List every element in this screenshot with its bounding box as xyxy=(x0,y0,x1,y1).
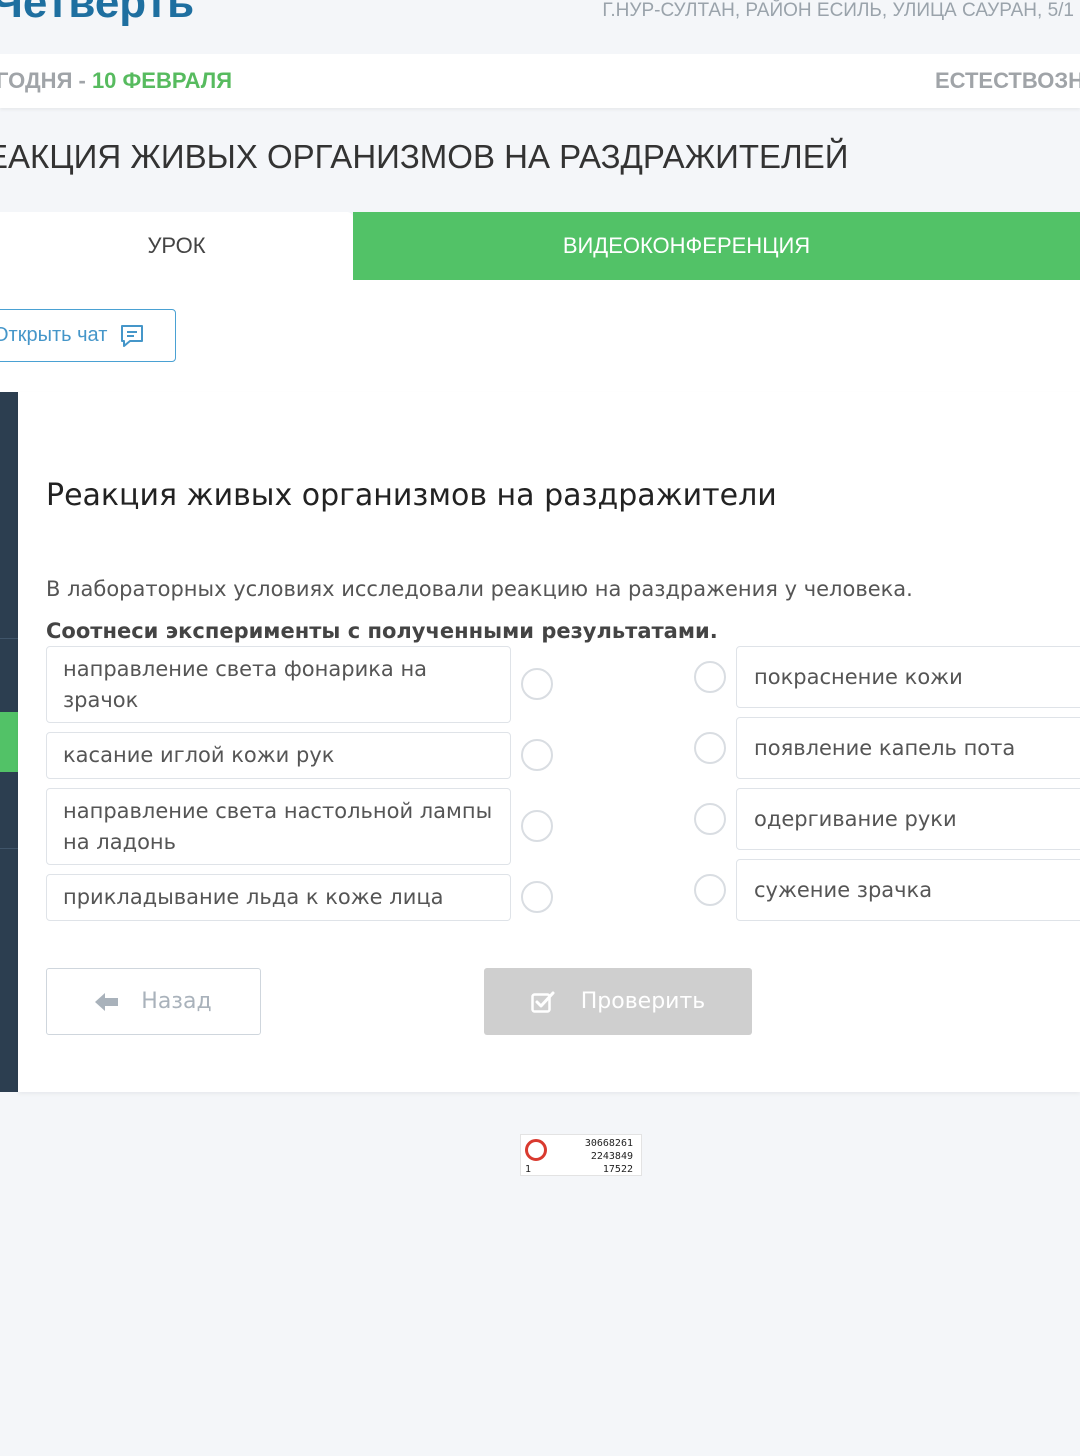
question-instruction: Соотнеси эксперименты с полученными резу… xyxy=(46,619,718,643)
match-left-radio[interactable] xyxy=(521,668,553,700)
match-right-text: появление капель пота xyxy=(754,736,1016,760)
check-button-label: Проверить xyxy=(580,989,706,1014)
match-left-text: касание иглой кожи рук xyxy=(63,743,335,767)
match-right-radio[interactable] xyxy=(694,803,726,835)
match-left-radio[interactable] xyxy=(521,881,553,913)
tab-videoconference[interactable]: ВИДЕОКОНФЕРЕНЦИЯ xyxy=(353,212,1080,280)
counter-corner: 1 xyxy=(525,1164,532,1175)
match-right-item[interactable]: появление капель пота xyxy=(736,717,1080,779)
match-right-item[interactable]: одергивание руки xyxy=(736,788,1080,850)
match-left-radio[interactable] xyxy=(521,739,553,771)
match-left-text: направление света настольной лампы на ла… xyxy=(63,798,493,854)
sidebar-divider xyxy=(0,848,18,849)
open-chat-label: Открыть чат xyxy=(0,324,108,346)
match-left-item[interactable]: направление света настольной лампы на ла… xyxy=(46,788,511,865)
counter-line: 30668261 xyxy=(584,1138,633,1149)
match-left-radio[interactable] xyxy=(521,810,553,842)
back-button-label: Назад xyxy=(141,989,212,1014)
counter-values: 30668261 2243849 17522 xyxy=(585,1137,633,1176)
today-date-value: 10 ФЕВРАЛЯ xyxy=(91,68,233,93)
question-title: Реакция живых организмов на раздражители xyxy=(46,478,777,513)
match-left-item[interactable]: прикладывание льда к коже лица xyxy=(46,874,511,921)
match-right-text: одергивание руки xyxy=(754,807,957,831)
chat-icon xyxy=(119,323,145,349)
date-bar: ГОДНЯ - 10 ФЕВРАЛЯ ЕСТЕСТВОЗН xyxy=(0,54,1080,108)
match-right-item[interactable]: покраснение кожи xyxy=(736,646,1080,708)
tab-lesson-label: УРОК xyxy=(147,233,206,258)
check-button[interactable]: Проверить xyxy=(484,968,752,1035)
tab-video-label: ВИДЕОКОНФЕРЕНЦИЯ xyxy=(562,233,811,258)
match-left-text: направление света фонарика на зрачок xyxy=(63,656,428,712)
match-left-text: прикладывание льда к коже лица xyxy=(63,885,444,909)
counter-line: 2243849 xyxy=(590,1151,633,1162)
lesson-title: ЕАКЦИЯ ЖИВЫХ ОРГАНИЗМОВ НА РАЗДРАЖИТЕЛЕЙ xyxy=(0,138,849,175)
today-prefix: ГОДНЯ - xyxy=(0,68,92,93)
open-chat-button[interactable]: Открыть чат xyxy=(0,309,176,362)
tab-lesson[interactable]: УРОК xyxy=(0,212,353,280)
counter-ring-icon xyxy=(525,1139,547,1161)
sidebar-divider xyxy=(0,638,18,639)
match-right-text: сужение зрачка xyxy=(754,878,933,902)
match-left-item[interactable]: направление света фонарика на зрачок xyxy=(46,646,511,723)
match-right-radio[interactable] xyxy=(694,661,726,693)
sidebar-active-item[interactable] xyxy=(0,712,18,772)
back-button[interactable]: Назад xyxy=(46,968,261,1035)
brand-logo: Четверть xyxy=(0,0,195,27)
match-right-item[interactable]: сужение зрачка xyxy=(736,859,1080,921)
arrow-left-icon xyxy=(95,992,119,1012)
match-left-item[interactable]: касание иглой кожи рук xyxy=(46,732,511,779)
match-right-radio[interactable] xyxy=(694,732,726,764)
match-right-radio[interactable] xyxy=(694,874,726,906)
subject-name: ЕСТЕСТВОЗН xyxy=(934,68,1080,93)
visit-counter[interactable]: 1 30668261 2243849 17522 xyxy=(520,1134,642,1176)
today-date: ГОДНЯ - 10 ФЕВРАЛЯ xyxy=(0,68,232,94)
school-address: Г.НУР-СУЛТАН, РАЙОН ЕСИЛЬ, УЛИЦА САУРАН,… xyxy=(602,0,1074,21)
checkbox-checked-icon xyxy=(530,991,555,1013)
match-right-text: покраснение кожи xyxy=(754,665,963,689)
question-description: В лабораторных условиях исследовали реак… xyxy=(46,577,913,601)
counter-line: 17522 xyxy=(602,1164,633,1175)
